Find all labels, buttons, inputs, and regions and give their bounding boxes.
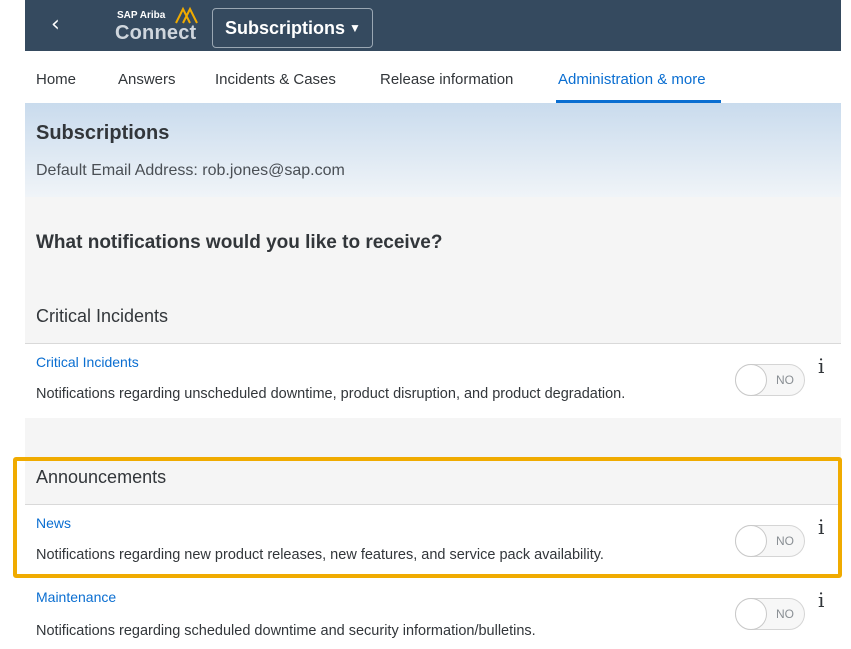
section-title-announcements: Announcements [36, 467, 167, 487]
subscription-row-maintenance: Maintenance Notifications regarding sche… [25, 578, 841, 649]
default-email-address: Default Email Address: rob.jones@sap.com [36, 162, 345, 179]
toggle-state-label: NO [776, 607, 794, 621]
critical-incidents-link[interactable]: Critical Incidents [36, 354, 139, 370]
caret-down-icon: ▼ [349, 21, 361, 35]
critical-incidents-toggle[interactable]: NO [735, 364, 805, 396]
tab-answers[interactable]: Answers [118, 71, 176, 88]
toggle-state-label: NO [776, 373, 794, 387]
toggle-knob [735, 525, 767, 557]
toggle-knob [735, 598, 767, 630]
info-icon[interactable]: i [818, 588, 824, 612]
brand-connect: Connect [115, 22, 197, 44]
brand-sap-ariba: SAP Ariba [117, 10, 166, 21]
info-icon[interactable]: i [818, 515, 824, 539]
subscriptions-menu-button[interactable]: Subscriptions ▼ [212, 8, 373, 48]
nav-tabs: Home Answers Incidents & Cases Release i… [25, 51, 841, 103]
news-toggle[interactable]: NO [735, 525, 805, 557]
tab-release-information[interactable]: Release information [380, 71, 513, 88]
notifications-question: What notifications would you like to rec… [36, 232, 443, 253]
news-link[interactable]: News [36, 515, 71, 531]
info-icon[interactable]: i [818, 354, 824, 378]
section-title-critical-incidents: Critical Incidents [36, 306, 169, 326]
toggle-knob [735, 364, 767, 396]
subscription-row-critical-incidents: Critical Incidents Notifications regardi… [25, 343, 841, 418]
tab-home[interactable]: Home [36, 71, 76, 88]
critical-incidents-description: Notifications regarding unscheduled down… [36, 386, 626, 402]
tab-administration-more[interactable]: Administration & more [558, 71, 706, 88]
shell-bar: ‹ SAP Ariba Connect Subscriptions ▼ [25, 0, 841, 51]
page-header: Subscriptions Default Email Address: rob… [25, 103, 841, 197]
page-title: Subscriptions [36, 122, 170, 144]
news-description: Notifications regarding new product rele… [36, 547, 604, 563]
maintenance-description: Notifications regarding scheduled downti… [36, 623, 536, 639]
toggle-state-label: NO [776, 534, 794, 548]
back-icon[interactable]: ‹ [51, 14, 71, 36]
maintenance-link[interactable]: Maintenance [36, 589, 116, 605]
subscription-row-news: News Notifications regarding new product… [25, 504, 841, 579]
maintenance-toggle[interactable]: NO [735, 598, 805, 630]
subscriptions-menu-label: Subscriptions [225, 18, 346, 38]
tab-incidents-cases[interactable]: Incidents & Cases [215, 71, 336, 88]
